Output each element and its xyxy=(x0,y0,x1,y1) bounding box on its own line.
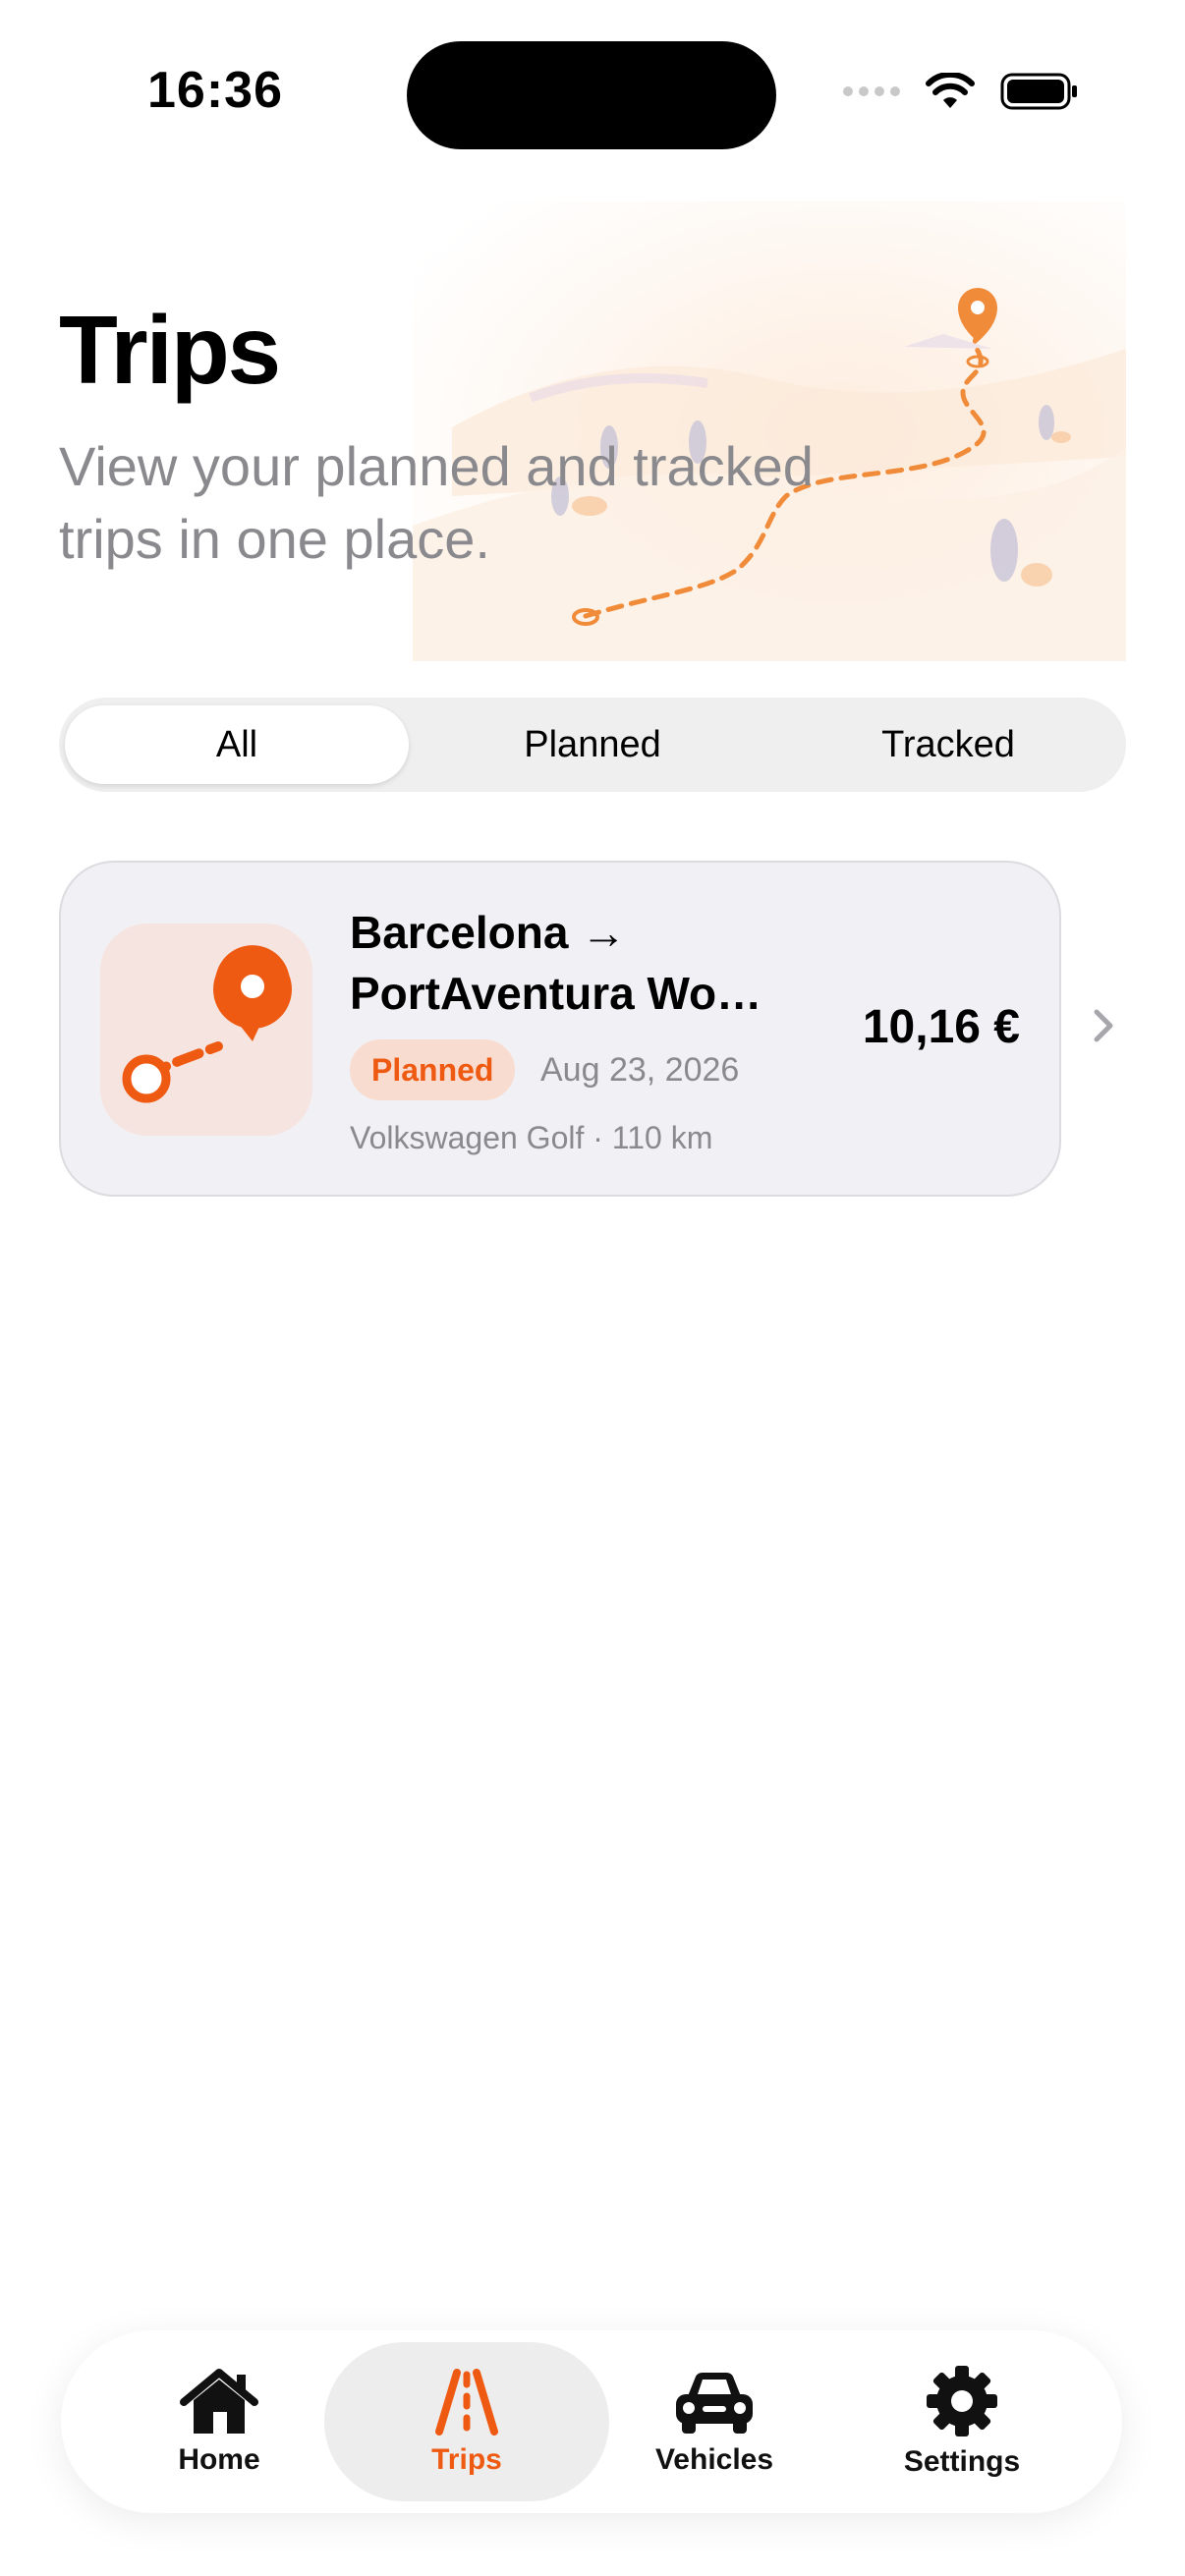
tab-trips-label: Trips xyxy=(431,2443,502,2476)
tab-settings-label: Settings xyxy=(903,2445,1021,2478)
segment-planned[interactable]: Planned xyxy=(415,698,770,792)
trip-title: Barcelona → PortAventura World xyxy=(350,902,772,1024)
house-icon xyxy=(180,2369,258,2434)
dynamic-island xyxy=(407,41,776,149)
trip-price: 10,16 € xyxy=(862,1001,1020,1053)
tab-vehicles[interactable]: Vehicles xyxy=(572,2342,857,2501)
status-icons xyxy=(843,73,1079,110)
gear-icon xyxy=(927,2366,997,2436)
segment-all[interactable]: All xyxy=(59,698,415,792)
segment-tracked[interactable]: Tracked xyxy=(770,698,1126,792)
trip-meta: Volkswagen Golf · 110 km xyxy=(350,1120,713,1155)
car-icon xyxy=(676,2373,753,2434)
page-title: Trips xyxy=(59,296,281,404)
road-icon xyxy=(435,2369,498,2436)
trip-filter-segmented-control: All Planned Tracked xyxy=(59,698,1126,792)
trip-card[interactable]: Barcelona → PortAventura World Planned A… xyxy=(59,861,1061,1197)
battery-icon xyxy=(1000,73,1077,110)
cellular-signal-icon xyxy=(843,86,900,96)
tab-home[interactable]: Home xyxy=(77,2342,362,2501)
trip-date: Aug 23, 2026 xyxy=(540,1051,740,1089)
page-subtitle: View your planned and tracked trips in o… xyxy=(59,435,814,570)
trip-title-line2: PortAventura World xyxy=(350,968,772,1019)
chevron-right-icon[interactable] xyxy=(1093,1008,1114,1043)
tab-trips[interactable]: Trips xyxy=(324,2342,609,2501)
tab-home-label: Home xyxy=(178,2443,260,2476)
status-badge: Planned xyxy=(350,1039,516,1100)
status-time: 16:36 xyxy=(147,62,283,119)
trip-title-line1: Barcelona → xyxy=(350,907,627,958)
trip-route-icon xyxy=(100,924,312,1136)
wifi-icon xyxy=(926,73,975,108)
tab-settings[interactable]: Settings xyxy=(819,2342,1104,2501)
tab-bar: Home Trips Vehicles Settings xyxy=(61,2330,1122,2513)
tab-vehicles-label: Vehicles xyxy=(654,2443,774,2476)
